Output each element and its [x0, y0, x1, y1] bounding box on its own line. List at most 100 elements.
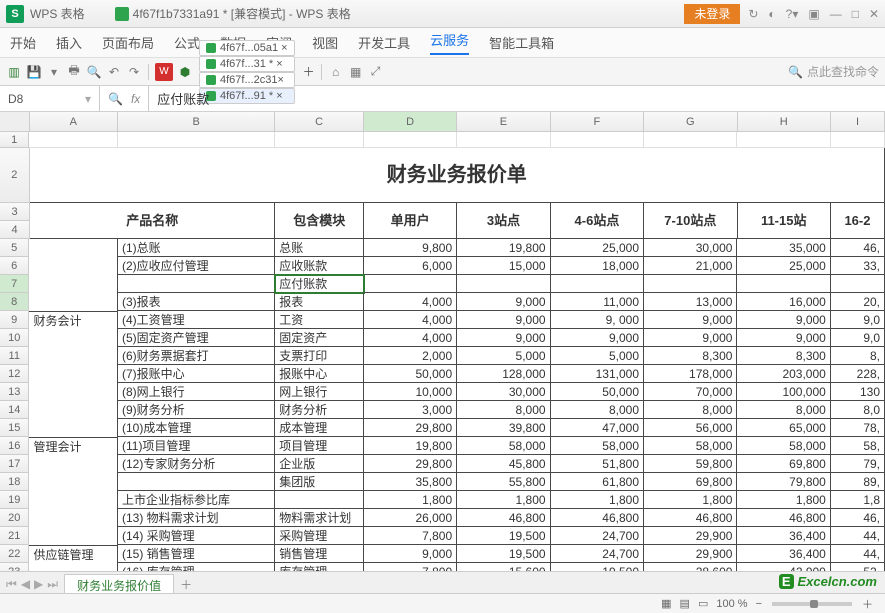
cell[interactable]: 9,000 [644, 329, 737, 347]
login-button[interactable]: 未登录 [684, 4, 740, 24]
col-header-H[interactable]: H [738, 112, 831, 131]
save-icon[interactable]: 💾 [26, 64, 42, 80]
cell[interactable]: 58,000 [457, 437, 550, 455]
menu-8[interactable]: 云服务 [430, 30, 469, 55]
cell[interactable]: 26,000 [364, 509, 457, 527]
cell[interactable]: (14) 采购管理 [118, 527, 275, 545]
cell[interactable]: 16-2 [831, 203, 885, 239]
cell[interactable]: (16) 库存管理 [118, 563, 275, 571]
cell[interactable]: 8,000 [457, 401, 550, 419]
cell[interactable]: 8,000 [737, 401, 830, 419]
cell[interactable] [831, 132, 885, 148]
cell[interactable]: 78, [831, 419, 885, 437]
cell[interactable]: 9,000 [457, 329, 550, 347]
cell[interactable]: 131,000 [551, 365, 644, 383]
row-header-22[interactable]: 21 [0, 527, 29, 545]
grid-icon[interactable]: ▦ [348, 64, 364, 80]
cell[interactable] [275, 132, 364, 148]
cell[interactable]: (6)财务票据套打 [118, 347, 275, 365]
cell[interactable]: 9,0 [831, 329, 885, 347]
minimize-icon[interactable]: — [830, 7, 842, 21]
view-normal-icon[interactable]: ▦ [661, 597, 671, 610]
row-header-13[interactable]: 12 [0, 365, 29, 383]
cell[interactable]: 1,800 [364, 491, 457, 509]
cell[interactable]: 11,000 [551, 293, 644, 311]
wps-home-icon[interactable]: W [155, 63, 173, 81]
cell[interactable]: 9, 000 [551, 311, 644, 329]
cell[interactable]: 集团版 [275, 473, 364, 491]
home-icon[interactable]: ⌂ [328, 64, 344, 80]
cell[interactable]: 9,000 [457, 293, 550, 311]
cell[interactable]: 物料需求计划 [275, 509, 364, 527]
cell[interactable]: 5,000 [457, 347, 550, 365]
cell[interactable]: 69,800 [737, 455, 830, 473]
cell[interactable]: 8,300 [644, 347, 737, 365]
cell[interactable]: 203,000 [737, 365, 830, 383]
ribbon-toggle-icon[interactable]: ▣ [808, 7, 819, 21]
cloud-icon[interactable]: ⬢ [177, 64, 193, 80]
cell[interactable]: (1)总账 [118, 239, 275, 257]
cell[interactable] [29, 473, 118, 491]
cell[interactable]: 4,000 [364, 293, 457, 311]
name-box[interactable]: D8 ▾ [0, 86, 100, 111]
cell[interactable]: 44, [831, 545, 885, 563]
cell[interactable]: 36,400 [737, 527, 830, 545]
close-icon[interactable]: ✕ [869, 7, 879, 21]
cell[interactable]: (2)应收应付管理 [118, 257, 275, 275]
row-header-14[interactable]: 13 [0, 383, 29, 401]
cell[interactable]: (3)报表 [118, 293, 275, 311]
zoom-slider[interactable] [772, 602, 852, 606]
cell[interactable]: 35,800 [364, 473, 457, 491]
zoom-value[interactable]: 100 % [716, 598, 747, 610]
cell[interactable]: 58,000 [737, 437, 830, 455]
cell[interactable]: 供应链管理 [29, 545, 118, 563]
cell[interactable]: 15,600 [457, 563, 550, 571]
cell[interactable]: 58,000 [551, 437, 644, 455]
cell[interactable] [29, 455, 118, 473]
col-header-A[interactable]: A [30, 112, 119, 131]
cell[interactable]: 13,000 [644, 293, 737, 311]
row-header-7[interactable]: 6 [0, 257, 29, 275]
cell[interactable]: 61,800 [551, 473, 644, 491]
cell[interactable] [29, 491, 118, 509]
cell[interactable]: 9,0 [831, 311, 885, 329]
cell[interactable]: 8,000 [644, 401, 737, 419]
cell[interactable]: 46, [831, 239, 885, 257]
cell[interactable] [29, 509, 118, 527]
cell[interactable]: 5,000 [551, 347, 644, 365]
cell[interactable]: 130 [831, 383, 885, 401]
fx-search-icon[interactable]: 🔍 [108, 92, 123, 106]
cell[interactable] [457, 275, 550, 293]
cell[interactable]: 4,000 [364, 329, 457, 347]
col-header-G[interactable]: G [644, 112, 737, 131]
cell[interactable]: 58,000 [644, 437, 737, 455]
cell[interactable]: (15) 销售管理 [118, 545, 275, 563]
cell[interactable] [118, 132, 275, 148]
redo-icon[interactable]: ↷ [126, 64, 142, 80]
cell[interactable]: 4-6站点 [551, 203, 644, 239]
cell[interactable]: 9,000 [364, 545, 457, 563]
cell[interactable]: 总账 [275, 239, 364, 257]
add-tab-button[interactable]: ＋ [303, 63, 315, 80]
cell[interactable]: 工资 [275, 311, 364, 329]
cell[interactable] [551, 275, 644, 293]
cell[interactable]: 7,800 [364, 563, 457, 571]
formula-input[interactable]: 应付账款 [149, 89, 885, 108]
cell[interactable]: 9,000 [551, 329, 644, 347]
col-header-E[interactable]: E [457, 112, 550, 131]
cell[interactable] [29, 275, 118, 293]
cell[interactable]: 网上银行 [275, 383, 364, 401]
cell[interactable]: 50,000 [551, 383, 644, 401]
cell[interactable] [29, 239, 118, 257]
cell[interactable]: 16,000 [737, 293, 830, 311]
cell[interactable]: 1,800 [457, 491, 550, 509]
cell[interactable]: 6,000 [364, 257, 457, 275]
cell[interactable] [29, 329, 118, 347]
cell[interactable]: 59,800 [644, 455, 737, 473]
cell[interactable]: 46,800 [551, 509, 644, 527]
cell[interactable] [831, 275, 885, 293]
cell[interactable]: 228, [831, 365, 885, 383]
cell[interactable]: 19,800 [364, 437, 457, 455]
cell[interactable]: 采购管理 [275, 527, 364, 545]
row-header-16[interactable]: 15 [0, 419, 29, 437]
